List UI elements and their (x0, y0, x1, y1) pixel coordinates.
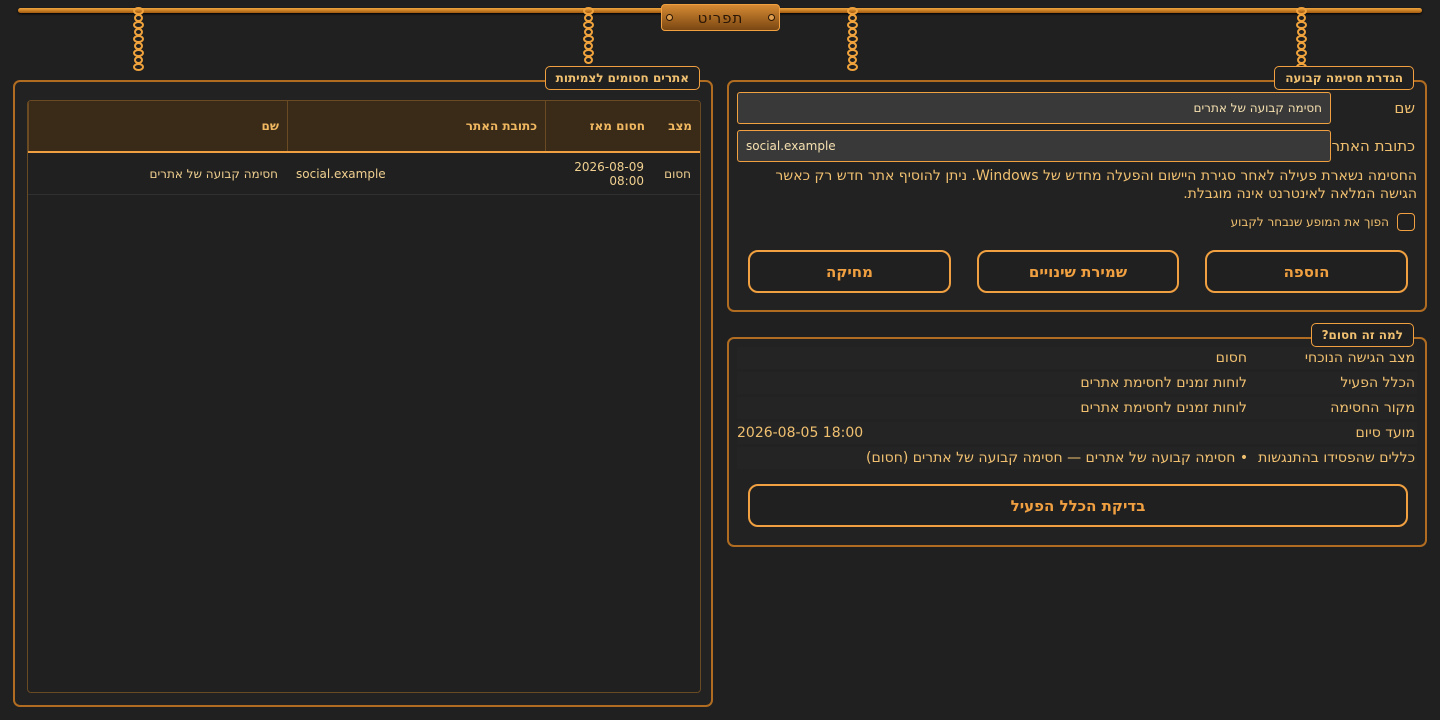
check-active-rule-button[interactable]: בדיקת הכלל הפעיל (748, 484, 1408, 527)
menu-label: תפריט (697, 8, 744, 27)
block-source-value: לוחות זמנים לחסימת אתרים (1080, 400, 1247, 416)
cell-name: חסימה קבועה של אתרים (149, 166, 278, 181)
make-permanent-checkbox[interactable] (1397, 213, 1415, 231)
name-label: שם (1394, 99, 1415, 117)
chain-decoration (1294, 7, 1308, 71)
make-permanent-label: הפוך את המופע שנבחר לקבוע (1230, 215, 1389, 229)
column-header-state[interactable]: מצב (653, 101, 700, 151)
end-time-key: מועד סיום (1355, 425, 1416, 441)
menu-button[interactable]: תפריט (661, 4, 780, 31)
add-button[interactable]: הוספה (1205, 250, 1408, 293)
blocked-sites-title: אתרים חסומים לצמיתות (544, 66, 700, 90)
blocked-sites-panel: אתרים חסומים לצמיתות שם כתובת האתר חסום … (13, 66, 713, 707)
block-source-key: מקור החסימה (1330, 400, 1415, 416)
access-state-key: מצב הגישה הנוכחי (1304, 350, 1415, 366)
save-button[interactable]: שמירת שינויים (977, 250, 1179, 293)
chain-decoration (845, 7, 859, 71)
persistence-notice: החסימה נשארת פעילה לאחר סגירת היישום והפ… (775, 168, 1417, 202)
why-blocked-panel: למה זה חסום? מצב הגישה הנוכחי חסום הכלל … (727, 323, 1427, 547)
name-input[interactable] (737, 92, 1331, 124)
active-rule-key: הכלל הפעיל (1340, 375, 1415, 391)
table-header: שם כתובת האתר חסום מאז מצב (28, 101, 700, 153)
blocked-sites-table: שם כתובת האתר חסום מאז מצב חסימה קבועה ש… (27, 100, 701, 693)
access-state-value: חסום (1215, 350, 1247, 366)
url-input[interactable] (737, 130, 1331, 162)
why-blocked-title: למה זה חסום? (1310, 323, 1414, 347)
conflict-rules-row: כללים שהפסידו בהתנגשות • חסימה קבועה של … (737, 447, 1417, 469)
cell-since: 2026-08-09 08:00 (574, 159, 644, 188)
rivet-icon (666, 14, 673, 21)
make-permanent-option[interactable]: הפוך את המופע שנבחר לקבוע (1231, 213, 1415, 231)
access-state-row: מצב הגישה הנוכחי חסום (737, 347, 1417, 369)
cell-url: social.example (296, 166, 386, 181)
url-label: כתובת האתר (1331, 137, 1415, 155)
chain-decoration (131, 7, 145, 71)
active-rule-row: הכלל הפעיל לוחות זמנים לחסימת אתרים (737, 372, 1417, 394)
column-header-name[interactable]: שם (28, 101, 287, 151)
column-header-since[interactable]: חסום מאז (545, 101, 653, 151)
permanent-block-panel: הגדרת חסימה קבועה שם כתובת האתר החסימה נ… (727, 66, 1427, 312)
end-time-row: מועד סיום 2026-08-05 18:00 (737, 422, 1417, 444)
conflict-rules-value: • חסימה קבועה של אתרים — חסימה קבועה של … (866, 450, 1249, 466)
permanent-block-title: הגדרת חסימה קבועה (1274, 66, 1414, 90)
conflict-rules-key: כללים שהפסידו בהתנגשות (1258, 450, 1415, 466)
rivet-icon (768, 14, 775, 21)
block-source-row: מקור החסימה לוחות זמנים לחסימת אתרים (737, 397, 1417, 419)
column-header-url[interactable]: כתובת האתר (287, 101, 545, 151)
end-time-value: 2026-08-05 18:00 (737, 425, 864, 441)
table-row[interactable]: חסימה קבועה של אתרים social.example 2026… (28, 153, 700, 195)
delete-button[interactable]: מחיקה (748, 250, 951, 293)
cell-state: חסום (664, 166, 691, 181)
chain-decoration (581, 7, 595, 64)
active-rule-value: לוחות זמנים לחסימת אתרים (1080, 375, 1247, 391)
